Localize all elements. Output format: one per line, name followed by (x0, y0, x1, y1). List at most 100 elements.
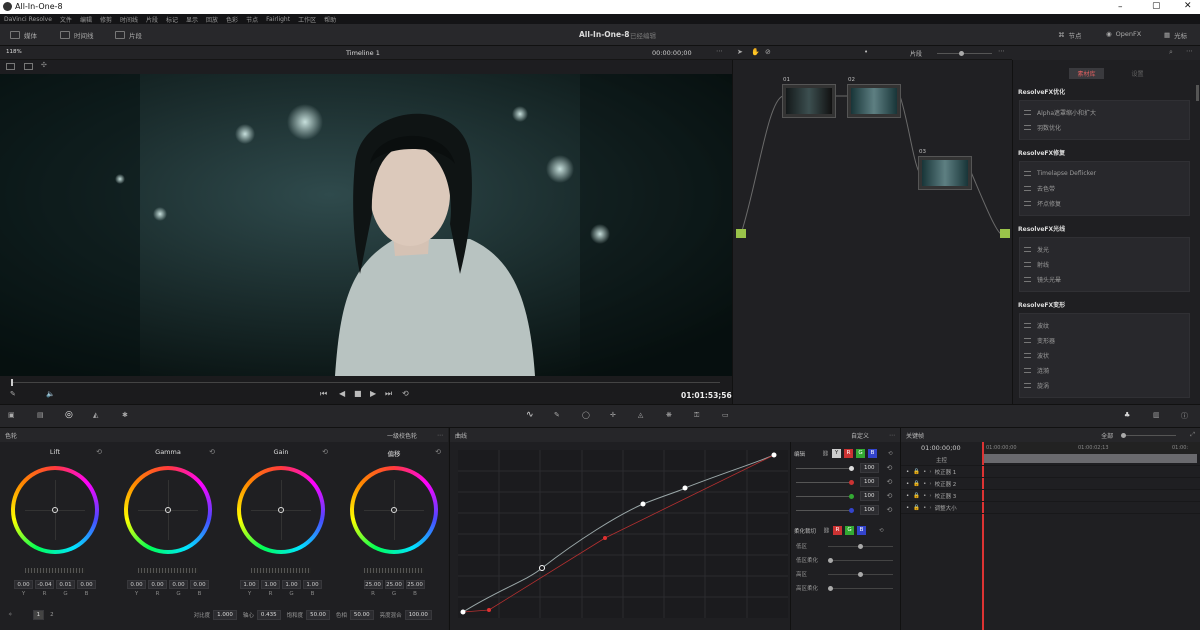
magic-mask-icon[interactable]: ◬ (638, 411, 643, 419)
camera-raw-icon[interactable]: ▣ (8, 411, 15, 419)
keyframe-row[interactable]: • 🔒 • › 校正器 3 (901, 490, 1200, 502)
wheel-value-field[interactable]: 25.00 (405, 580, 425, 589)
fx-item[interactable]: 变形器 (1024, 333, 1185, 348)
high-soft-slider[interactable] (828, 585, 893, 591)
maximize-icon[interactable]: ▢ (1152, 1, 1161, 11)
keyframe-row[interactable]: • 🔒 • › 校正器 2 (901, 478, 1200, 490)
wheel-value-field[interactable]: 0.00 (190, 580, 209, 589)
menu-item[interactable]: 帮助 (324, 15, 336, 24)
chevron-right-icon[interactable]: › (929, 481, 931, 487)
fx-category-title[interactable]: ResolveFX优化 (1018, 87, 1200, 96)
blur-icon[interactable]: ❋ (666, 411, 672, 419)
keyframe-row[interactable]: • 🔒 • › 校正器 1 (901, 466, 1200, 478)
wheel-value-field[interactable]: -0.04 (35, 580, 54, 589)
low-slider[interactable] (828, 543, 893, 549)
key-icon[interactable]: ⚿ (694, 411, 699, 420)
lock-icon[interactable]: 🔒 (913, 481, 920, 487)
wheel-value-field[interactable]: 25.00 (363, 580, 383, 589)
soft-link-icon[interactable]: ⛓ (823, 528, 830, 534)
lock-icon[interactable]: 🔒 (913, 493, 920, 499)
saturation-field[interactable]: 50.00 (306, 610, 330, 620)
master-wheel-slider[interactable] (251, 568, 311, 573)
auto-balance-icon[interactable]: ✧ (8, 612, 13, 618)
menu-item[interactable]: 工作区 (298, 15, 316, 24)
wheel-reset-icon[interactable]: ⟲ (209, 448, 215, 456)
node-01[interactable]: 01 (782, 77, 836, 118)
wheel-reset-icon[interactable]: ⟲ (435, 448, 441, 456)
fx-item[interactable]: 镜头光晕 (1024, 272, 1185, 287)
menu-item[interactable]: 片段 (146, 15, 158, 24)
menu-item[interactable]: 回放 (206, 15, 218, 24)
transform-icon[interactable]: ✣ (41, 61, 47, 69)
rgb-mixer-icon[interactable]: ✱ (122, 411, 128, 419)
wheel-reset-icon[interactable]: ⟲ (322, 448, 328, 456)
color-match-icon[interactable]: ▤ (37, 411, 44, 419)
node-graph[interactable]: 01 02 03 (732, 60, 1012, 404)
edit-b-value[interactable]: 100 (860, 505, 879, 515)
wheel-value-field[interactable]: 25.00 (384, 580, 404, 589)
reverse-play-icon[interactable]: ◀ (339, 389, 345, 398)
hdr-icon[interactable]: ◭ (93, 411, 98, 419)
menu-item[interactable]: 修剪 (100, 15, 112, 24)
scopes-icon[interactable]: ▥ (1153, 411, 1160, 419)
fx-category-title[interactable]: ResolveFX修复 (1018, 148, 1200, 157)
fx-more-icon[interactable]: ⋯ (1186, 47, 1193, 55)
play-icon[interactable]: ▶ (370, 389, 376, 398)
zoom-icon[interactable]: ⊘ (765, 48, 771, 56)
clip-mode-select[interactable]: 片段 (910, 49, 922, 58)
tracker-icon[interactable]: ✛ (610, 411, 616, 419)
wheel-ring[interactable] (11, 466, 99, 554)
hand-icon[interactable]: ✋ (751, 48, 760, 56)
curve-r-button[interactable]: R (844, 449, 853, 458)
keyframe-dot-icon[interactable]: • (923, 505, 926, 511)
wheel-puck[interactable] (278, 507, 284, 513)
timeline-toggle-button[interactable]: 时间线 (60, 30, 94, 40)
fx-item[interactable]: 涟漪 (1024, 363, 1185, 378)
tab-settings[interactable]: 设置 (1132, 68, 1144, 79)
menu-item[interactable]: 显示 (186, 15, 198, 24)
chevron-right-icon[interactable]: › (929, 505, 931, 511)
reset-r-icon[interactable]: ⟲ (887, 478, 893, 486)
curve-g-button[interactable]: G (856, 449, 865, 458)
fx-item[interactable]: 发光 (1024, 242, 1185, 257)
keyframe-enable-icon[interactable]: • (906, 481, 909, 487)
keyframe-dot-icon[interactable]: • (923, 493, 926, 499)
fx-item[interactable]: 波状 (1024, 348, 1185, 363)
edit-g-value[interactable]: 100 (860, 491, 879, 501)
window-icon[interactable]: ◯ (582, 411, 590, 419)
curve-y-button[interactable]: Y (832, 449, 841, 458)
reset-b-icon[interactable]: ⟲ (887, 506, 893, 514)
more-options-icon[interactable]: ⋯ (716, 47, 723, 55)
jump-end-icon[interactable]: ⏭ (385, 389, 392, 399)
contrast-field[interactable]: 1.000 (213, 610, 237, 620)
wheel-puck[interactable] (165, 507, 171, 513)
wheel-ring[interactable] (124, 466, 212, 554)
pointer-icon[interactable]: ➤ (737, 48, 743, 56)
expand-icon[interactable]: ⤢ (1190, 431, 1195, 439)
reset-y-icon[interactable]: ⟲ (887, 464, 893, 472)
fx-item[interactable]: 射线 (1024, 257, 1185, 272)
pivot-field[interactable]: 0.435 (256, 610, 281, 620)
lock-icon[interactable]: 🔒 (913, 505, 920, 511)
stop-icon[interactable]: ■ (354, 389, 362, 398)
keyframe-enable-icon[interactable]: • (906, 505, 909, 511)
frame-icon[interactable] (24, 63, 33, 70)
menu-item[interactable]: 编辑 (80, 15, 92, 24)
clips-button[interactable]: 片段 (115, 30, 142, 40)
reset-g-icon[interactable]: ⟲ (887, 492, 893, 500)
keyframe-row[interactable]: • 🔒 • › 调整大小 (901, 502, 1200, 514)
menu-item[interactable]: 时间线 (120, 15, 138, 24)
curve-reset-icon[interactable]: ⟲ (888, 451, 893, 457)
chevron-right-icon[interactable]: › (929, 469, 931, 475)
high-slider[interactable] (828, 571, 893, 577)
playhead[interactable] (11, 379, 13, 386)
wheel-puck[interactable] (52, 507, 58, 513)
keyframe-dot-icon[interactable]: • (923, 469, 926, 475)
soft-g-button[interactable]: G (845, 526, 854, 535)
curves-icon[interactable]: ∿ (526, 410, 534, 420)
wheel-reset-icon[interactable]: ⟲ (96, 448, 102, 456)
link-icon[interactable]: ⛓ (822, 451, 829, 457)
curve-graph[interactable] (458, 450, 788, 618)
low-soft-slider[interactable] (828, 557, 893, 563)
keyframe-enable-icon[interactable]: • (906, 469, 909, 475)
